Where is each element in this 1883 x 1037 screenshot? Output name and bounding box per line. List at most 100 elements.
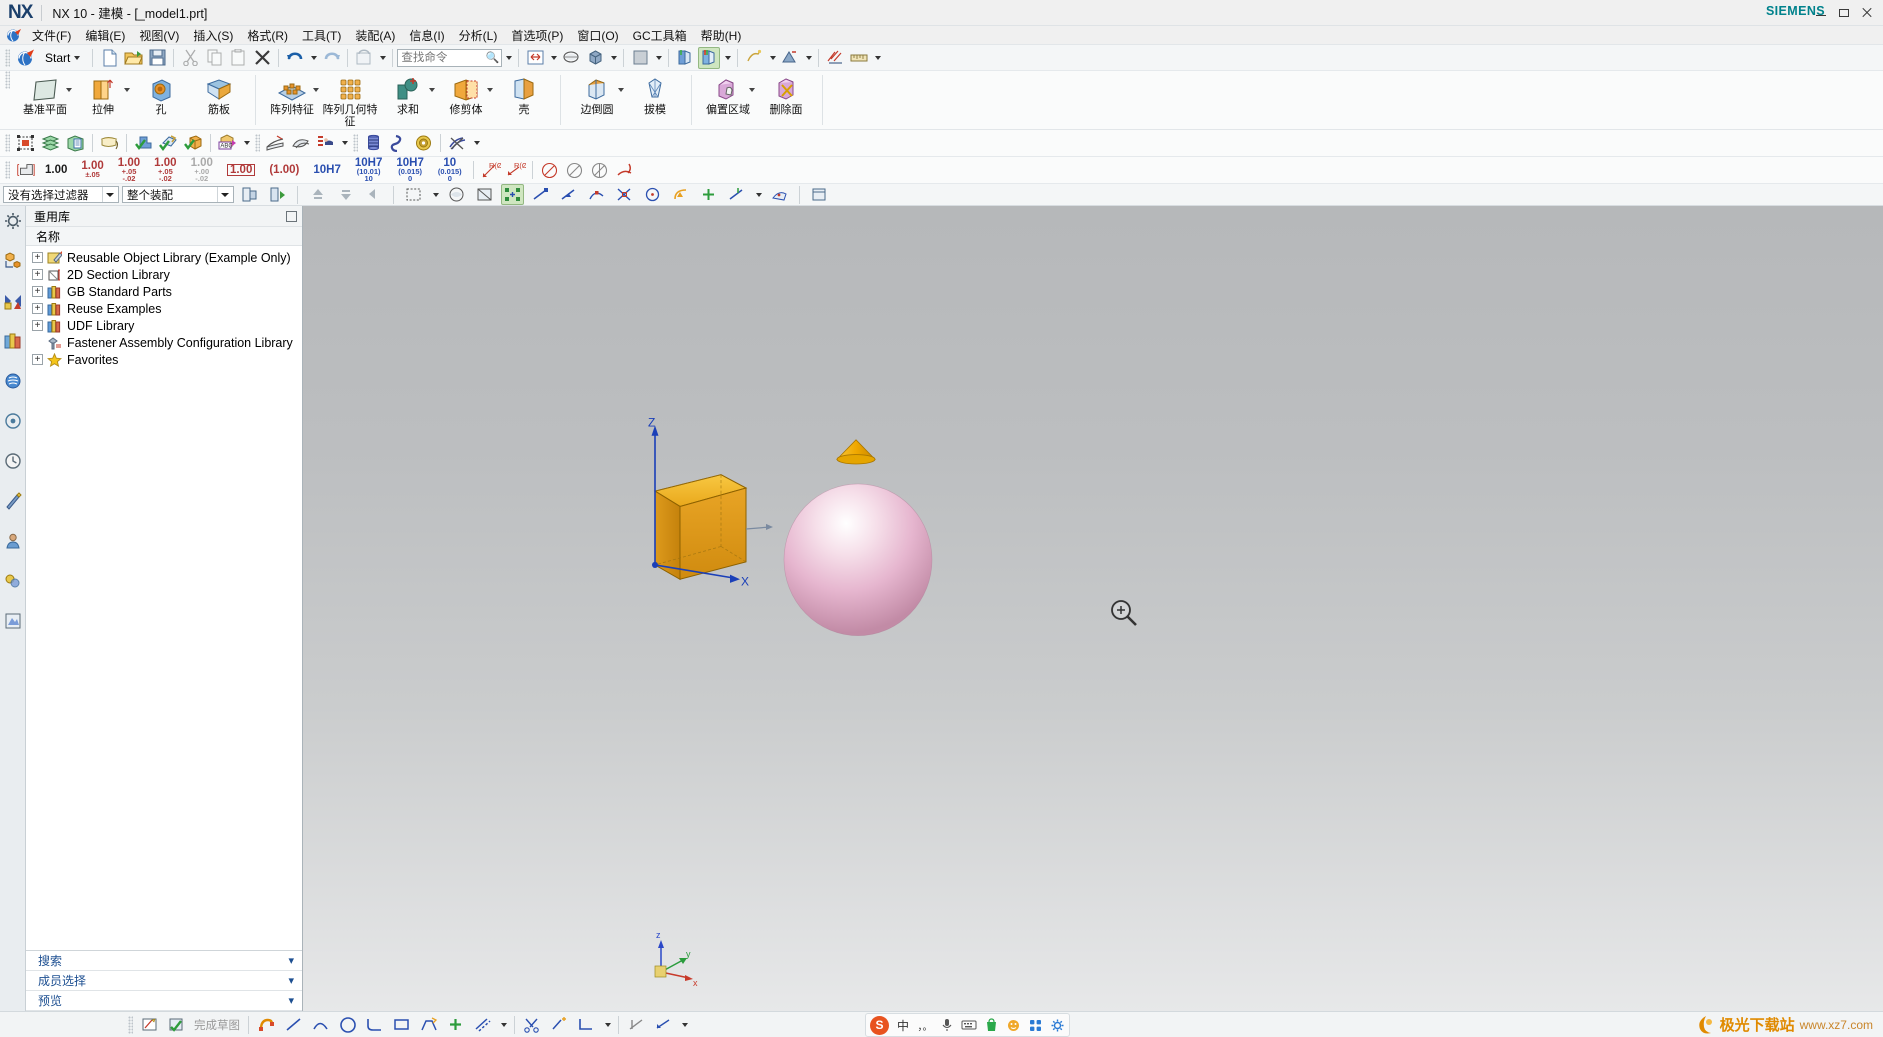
ime-punctuation-mode[interactable]: ，。 — [917, 1016, 933, 1034]
menu-view[interactable]: 视图(V) — [132, 26, 186, 45]
move-object-button[interactable] — [14, 133, 37, 154]
tolerance-none-button[interactable]: 1.00 — [42, 160, 70, 181]
fit-10-dev-button[interactable]: 10 (0.015) 0 — [435, 157, 465, 182]
spring-button[interactable] — [387, 133, 410, 154]
rib-button[interactable]: 筋板 — [190, 71, 248, 129]
offset-region-button[interactable]: 偏置区域 — [699, 71, 757, 129]
tree-item[interactable]: + GB Standard Parts — [26, 283, 302, 300]
chevron-down-icon[interactable] — [429, 88, 435, 92]
derived-line-dropdown[interactable] — [498, 1014, 508, 1035]
existing-point-snap-button[interactable] — [697, 184, 720, 205]
panel-section-search[interactable]: 搜索 ▾ — [26, 951, 302, 971]
tree-item[interactable]: + Reuse Examples — [26, 300, 302, 317]
unite-button[interactable]: 求和 — [379, 71, 437, 129]
intersection-snap-button[interactable] — [613, 184, 636, 205]
refresh-dropdown[interactable] — [377, 47, 387, 69]
menu-preferences[interactable]: 首选项(P) — [504, 26, 570, 45]
menu-file[interactable]: 文件(F) — [25, 26, 78, 45]
select-down-one-level-button[interactable] — [334, 184, 357, 205]
fit-dropdown[interactable] — [548, 47, 558, 69]
shaded-style-button[interactable] — [629, 47, 651, 69]
tolerance-toolbar-grip[interactable] — [5, 161, 10, 179]
resource-html-help[interactable] — [2, 370, 24, 392]
rotate-cube-button[interactable] — [584, 47, 606, 69]
close-icon[interactable] — [1861, 7, 1873, 19]
edge-blend-button[interactable]: 边倒圆 — [568, 71, 626, 129]
utility-toolbar-grip-2[interactable] — [255, 134, 260, 152]
rectangle-select-dropdown[interactable] — [430, 184, 440, 205]
delete-thread-button[interactable] — [446, 133, 469, 154]
tolerance-bilateral-button[interactable]: 1.00 ±.05 — [78, 160, 106, 181]
resource-system-materials[interactable] — [2, 570, 24, 592]
menu-information[interactable]: 信息(I) — [402, 26, 451, 45]
snap-point-button[interactable] — [501, 184, 524, 205]
zoom-button[interactable] — [560, 47, 582, 69]
section-button[interactable] — [824, 47, 846, 69]
chevron-down-icon[interactable] — [124, 88, 130, 92]
undo-button[interactable] — [284, 47, 306, 69]
surface-finish-button[interactable] — [613, 160, 636, 181]
rectangle-select-button[interactable] — [402, 184, 425, 205]
gear-button[interactable] — [412, 133, 435, 154]
arc-button[interactable] — [309, 1014, 332, 1035]
expand-plus-icon[interactable]: + — [32, 286, 43, 297]
menu-assemblies[interactable]: 装配(A) — [348, 26, 402, 45]
radius-dimension-button[interactable]: R(Ø) — [479, 160, 502, 181]
refresh-button[interactable] — [353, 47, 375, 69]
arc-center-snap-button[interactable] — [641, 184, 664, 205]
datum-feature-button[interactable] — [264, 133, 287, 154]
tree-item[interactable]: + Reusable Object Library (Example Only) — [26, 249, 302, 266]
annotation-dropdown[interactable] — [241, 133, 251, 154]
resource-history[interactable] — [2, 450, 24, 472]
resource-role[interactable] — [2, 530, 24, 552]
delete-button[interactable] — [251, 47, 273, 69]
tolerance-basic-button[interactable]: 1.00 +.00 -.02 — [188, 157, 216, 182]
derived-line-button[interactable] — [471, 1014, 494, 1035]
panel-section-preview[interactable]: 预览 ▾ — [26, 991, 302, 1011]
point-plus-button[interactable] — [444, 1014, 467, 1035]
layers-visible-button[interactable] — [743, 47, 765, 69]
dimension-style-button[interactable] — [14, 160, 37, 181]
style-dropdown[interactable] — [653, 47, 663, 69]
face-select-button[interactable] — [473, 184, 496, 205]
sketch-in-task-button[interactable] — [138, 1014, 161, 1035]
tree-item[interactable]: Fastener Assembly Configuration Library — [26, 334, 302, 351]
control-point-snap-button[interactable] — [585, 184, 608, 205]
sogou-logo-icon[interactable]: S — [870, 1015, 889, 1035]
cut-button[interactable] — [179, 47, 201, 69]
search-dropdown[interactable] — [503, 47, 513, 69]
microphone-icon[interactable] — [939, 1016, 955, 1034]
selection-scope-combo[interactable]: 整个装配 — [122, 186, 234, 203]
measure-dropdown[interactable] — [872, 47, 882, 69]
dimension-feature-button[interactable] — [314, 133, 337, 154]
expand-plus-icon[interactable]: + — [32, 354, 43, 365]
chamfer-dimension-button[interactable] — [538, 160, 561, 181]
chevron-down-icon[interactable] — [313, 88, 319, 92]
circle-button[interactable] — [336, 1014, 359, 1035]
start-menu-button[interactable]: Start — [38, 47, 87, 69]
auto-dimension-button[interactable] — [652, 1014, 675, 1035]
midpoint-snap-button[interactable] — [557, 184, 580, 205]
tolerance-boxed-button[interactable]: 1.00 — [224, 160, 258, 181]
profile-button[interactable] — [417, 1014, 440, 1035]
graphics-window[interactable]: Z X z y x — [303, 206, 1883, 1011]
chevron-down-icon[interactable] — [749, 88, 755, 92]
measure-button[interactable] — [848, 47, 870, 69]
tolerance-reference-button[interactable]: (1.00) — [266, 160, 302, 181]
nx-start-icon[interactable] — [14, 47, 36, 69]
render-style-button[interactable] — [674, 47, 696, 69]
select-up-one-level-button[interactable] — [306, 184, 329, 205]
dimension-dropdown[interactable] — [679, 1014, 689, 1035]
thread-button[interactable] — [362, 133, 385, 154]
feature-control-button[interactable] — [588, 160, 611, 181]
tolerance-limit-button[interactable]: 1.00 +.05 -.02 — [115, 157, 143, 182]
trim-body-button[interactable]: 修剪体 — [437, 71, 495, 129]
menu-insert[interactable]: 插入(S) — [186, 26, 240, 45]
menu-edit[interactable]: 编辑(E) — [78, 26, 132, 45]
resource-reuse-library[interactable] — [2, 330, 24, 352]
make-corner-button[interactable] — [575, 1014, 598, 1035]
undo-dropdown[interactable] — [308, 47, 318, 69]
resource-system-scene[interactable] — [2, 610, 24, 632]
dimension-dropdown[interactable] — [339, 133, 349, 154]
chevron-down-icon[interactable] — [618, 88, 624, 92]
